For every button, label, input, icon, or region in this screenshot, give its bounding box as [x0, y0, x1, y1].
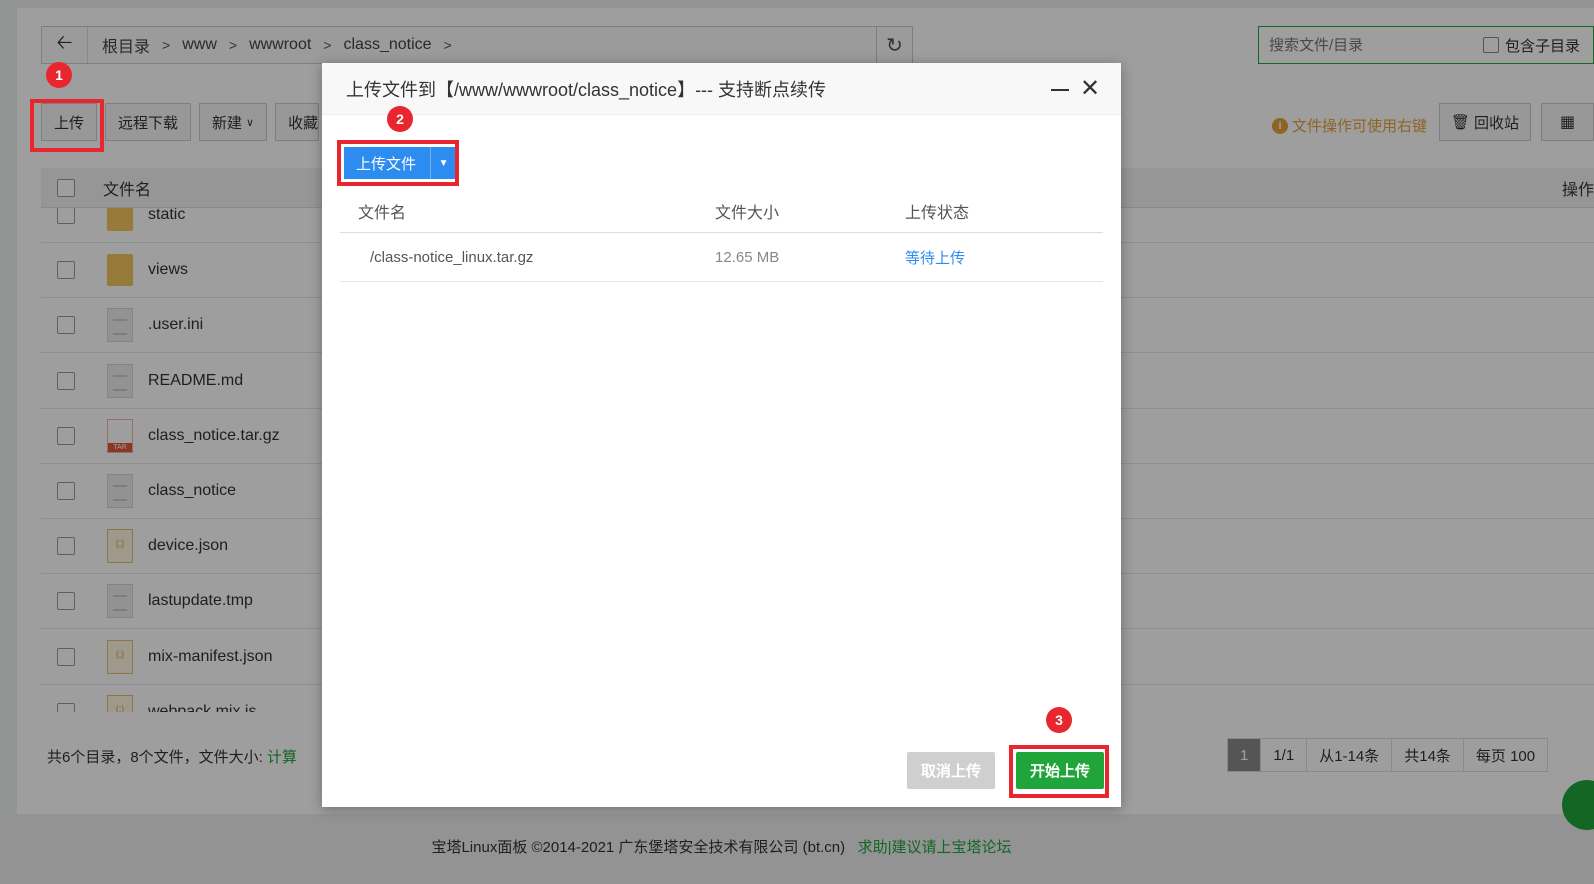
- highlight-upload-file-button: [337, 140, 459, 186]
- highlight-start-upload-button: [1009, 745, 1109, 798]
- highlight-upload-button: [30, 99, 104, 152]
- step-marker-2: 2: [387, 106, 413, 132]
- queued-file-size: 12.65 MB: [715, 248, 780, 266]
- dialog-title: 上传文件到【/www/wwwroot/class_notice】--- 支持断点…: [346, 79, 827, 100]
- upload-queue-row: /class-notice_linux.tar.gz 12.65 MB 等待上传: [340, 233, 1103, 282]
- cancel-upload-button[interactable]: 取消上传: [907, 752, 995, 789]
- header-file-name: 文件名: [358, 204, 407, 222]
- minimize-icon[interactable]: [1051, 89, 1069, 91]
- upload-queue-table: 文件名 文件大小 上传状态 /class-notice_linux.tar.gz…: [340, 189, 1103, 282]
- upload-table-header: 文件名 文件大小 上传状态: [340, 189, 1103, 233]
- header-upload-status: 上传状态: [905, 204, 970, 222]
- header-file-size: 文件大小: [715, 204, 780, 222]
- queued-file-name: /class-notice_linux.tar.gz: [370, 248, 534, 266]
- close-icon[interactable]: ✕: [1080, 77, 1100, 101]
- dialog-header: 上传文件到【/www/wwwroot/class_notice】--- 支持断点…: [322, 63, 1121, 115]
- queued-file-status: 等待上传: [905, 249, 966, 267]
- step-marker-1: 1: [46, 62, 72, 88]
- step-marker-3: 3: [1046, 707, 1072, 733]
